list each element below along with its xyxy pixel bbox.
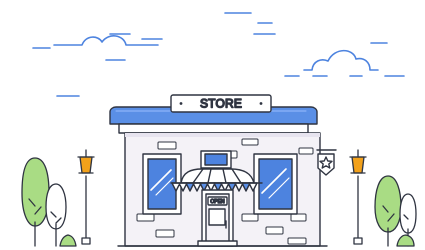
sky-decoration [32, 12, 405, 97]
door-window [208, 208, 226, 226]
tree-left-large [21, 157, 50, 227]
wall-shadow [125, 133, 320, 137]
right-trees [374, 175, 417, 247]
open-sign-text: OPEN [210, 199, 225, 205]
street-lamp-right [349, 149, 367, 245]
cloud-left [53, 35, 159, 46]
sign-bolt-icon [179, 102, 183, 105]
store-building: STORE OPEN [109, 94, 337, 247]
bush-right [396, 234, 415, 247]
roof-fascia [118, 123, 309, 134]
bush-left [59, 234, 77, 247]
tree-right-small [399, 193, 417, 234]
right-window-glass [258, 158, 293, 210]
sign-bolt-icon [259, 102, 263, 105]
left-trees [21, 157, 77, 247]
store-illustration: STORE OPEN [0, 0, 425, 250]
street-lamp-left [77, 149, 95, 245]
store-sign-text: STORE [200, 97, 242, 111]
cloud-right [303, 49, 379, 71]
top-window-glass [204, 153, 228, 166]
tree-right-large [374, 175, 402, 233]
store-scene-svg: STORE OPEN [21, 12, 417, 247]
awning-top [180, 168, 255, 184]
door-step [197, 240, 238, 247]
